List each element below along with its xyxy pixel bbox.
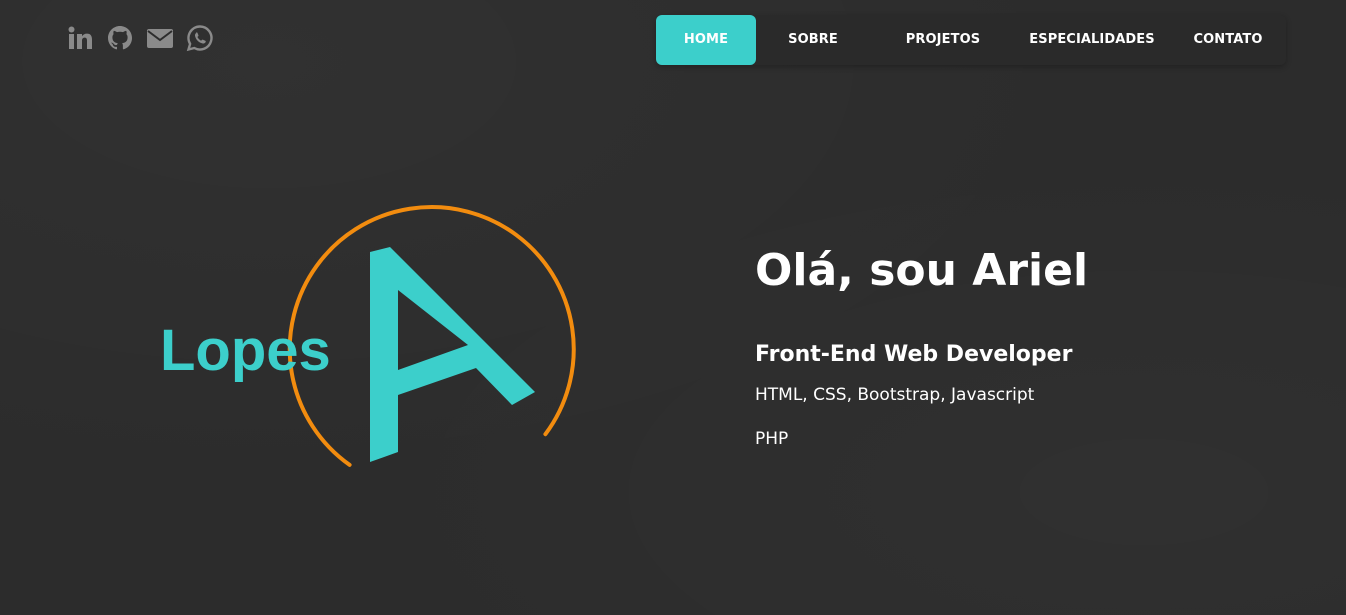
page: HOME SOBRE PROJETOS ESPECIALIDADES CONTA… [0,0,1346,615]
hero-role: Front-End Web Developer [755,342,1073,367]
email-icon[interactable] [146,24,174,52]
whatsapp-icon[interactable] [186,24,214,52]
brand-logo: Lopes [150,200,590,480]
hero-skills: HTML, CSS, Bootstrap, Javascript [755,385,1035,405]
social-links [66,24,214,52]
logo-letter-a [370,247,535,462]
nav-item-home[interactable]: HOME [656,15,756,65]
github-icon[interactable] [106,24,134,52]
nav-item-especialidades[interactable]: ESPECIALIDADES [1026,15,1158,65]
main-nav: HOME SOBRE PROJETOS ESPECIALIDADES CONTA… [656,15,1286,65]
nav-item-contato[interactable]: CONTATO [1180,15,1276,65]
hero-skills-extra: PHP [755,429,789,449]
logo-ring [287,205,576,467]
hero-section: Olá, sou Ariel Front-End Web Developer H… [755,240,1315,451]
hero-greeting: Olá, sou Ariel [755,245,1089,296]
linkedin-icon[interactable] [66,24,94,52]
logo-text: Lopes [160,318,331,383]
nav-item-sobre[interactable]: SOBRE [766,15,860,65]
nav-item-projetos[interactable]: PROJETOS [886,15,1000,65]
